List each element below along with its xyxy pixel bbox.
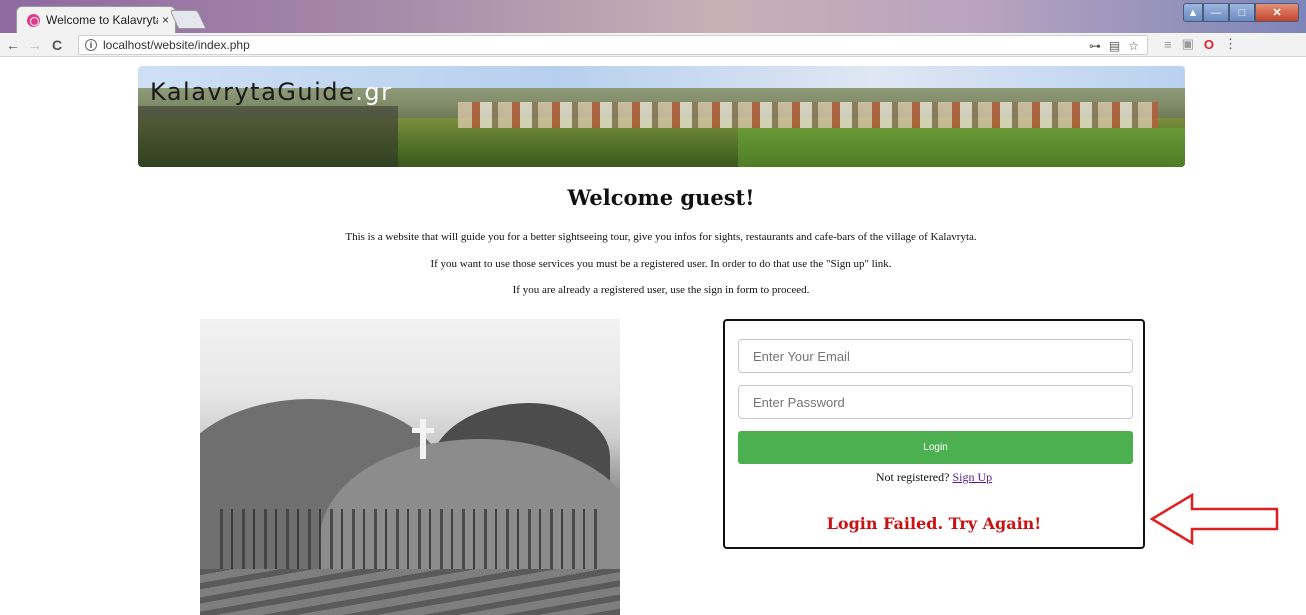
intro-paragraph: This is a website that will guide you fo… [345,231,977,243]
logo-tld: .gr [355,78,393,106]
bookmark-star-icon[interactable]: ☆ [1128,39,1139,53]
tab-close-icon[interactable]: × [162,13,169,27]
extension-icon[interactable]: ≡ [1164,37,1172,52]
login-button[interactable]: Login [738,431,1133,464]
browser-titlebar: Welcome to KalavrytaGu × ▲ — □ ✕ [0,0,1306,33]
minimize-button[interactable]: — [1203,3,1229,22]
login-error-message: Login Failed. Try Again! [826,514,1042,533]
opera-icon[interactable]: O [1204,37,1214,52]
reload-button[interactable]: C [48,37,66,53]
banner-village [458,102,1158,128]
email-field[interactable] [738,339,1133,373]
key-icon[interactable]: ⊶ [1089,39,1101,53]
translate-icon[interactable]: ▤ [1109,39,1120,53]
close-window-button[interactable]: ✕ [1255,3,1299,22]
menu-icon[interactable]: ⋮ [1224,36,1237,52]
banner-foreground [138,106,398,167]
login-form: Login Not registered? Sign Up Login Fail… [723,319,1145,549]
password-field[interactable] [738,385,1133,419]
logo-main: KalavrytaGuide [150,78,356,106]
site-logo: KalavrytaGuide.gr [150,78,393,106]
window-controls: ▲ — □ ✕ [1183,3,1299,23]
tab-title: Welcome to KalavrytaGu [46,13,158,27]
url-text: localhost/website/index.php [103,38,250,52]
extensions-area: ≡ ▣ O ⋮ [1164,36,1237,52]
maximize-button[interactable]: □ [1229,3,1255,22]
forward-button[interactable]: → [26,37,44,53]
photo-trees [220,509,600,569]
photo-road [200,569,620,615]
browser-toolbar: ← → C i localhost/website/index.php ⊶ ▤ … [0,33,1306,57]
site-info-icon[interactable]: i [85,39,97,51]
signup-prompt: Not registered? Sign Up [725,470,1143,485]
site-favicon-icon [27,13,40,27]
address-bar[interactable]: i localhost/website/index.php ⊶ ▤ ☆ [78,35,1148,55]
browser-tab[interactable]: Welcome to KalavrytaGu × [16,6,176,33]
page-title: Welcome guest! [567,185,755,210]
arrow-shape [1150,493,1279,545]
intro-paragraph: If you want to use those services you mu… [430,258,892,270]
signup-link[interactable]: Sign Up [952,470,992,484]
kalavryta-photo [200,319,620,615]
back-button[interactable]: ← [4,37,22,53]
not-registered-text: Not registered? [875,470,950,484]
photo-cross [412,419,434,459]
intro-paragraph: If you are already a registered user, us… [512,284,810,296]
banner-grass [738,128,1185,167]
site-banner: KalavrytaGuide.gr [138,66,1185,167]
annotation-arrow-icon [1150,493,1279,545]
profile-icon[interactable]: ▲ [1183,3,1203,22]
extension-icon[interactable]: ▣ [1182,36,1194,52]
